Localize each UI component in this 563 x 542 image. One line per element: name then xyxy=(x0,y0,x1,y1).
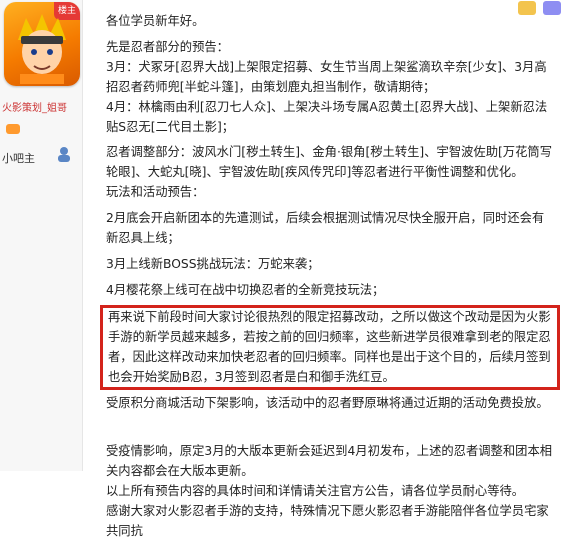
author-sidebar: 楼主 火影策划_姐哥 小吧主 xyxy=(0,0,83,471)
highlight-text: 再来说下前段时间大家讨论很热烈的限定招募改动，之所以做这个改动是因为火影手游的新… xyxy=(108,309,551,384)
thanks-note: 感谢大家对火影忍者手游的支持，特殊情况下愿火影忍者手游能陪伴各位学员宅家共同抗 xyxy=(106,504,549,538)
april-preview: 4月：林檎雨由利[忍刀七人众]、上架决斗场专属A忍黄土[忍界大战]、上架新忍法贴… xyxy=(106,99,548,134)
march-event: 3月上线新BOSS挑战玩法：万蛇来袭； xyxy=(106,256,320,271)
user-name[interactable]: 火影策划_姐哥 xyxy=(2,99,67,114)
april-event: 4月樱花祭上线可在战中切换忍者的全新竞技玩法； xyxy=(106,282,385,297)
user-avatar-icon xyxy=(18,14,66,84)
greeting: 各位学员新年好。 xyxy=(106,14,205,28)
ninja-adjustments: 忍者调整部分：波风水门[秽土转生]、金角·银角[秽土转生]、宇智波佐助[万花筒写… xyxy=(106,145,552,180)
announcement-note: 以上所有预告内容的具体时间和详情请关注官方公告，请各位学员耐心等待。 xyxy=(106,484,525,499)
epidemic-note: 受疫情影响，原定3月的大版本更新会延迟到4月初发布，上述的忍者调整和团本相关内容… xyxy=(106,444,553,479)
user-avatar[interactable]: 楼主 xyxy=(4,2,80,86)
highlighted-note: 再来说下前段时间大家讨论很热烈的限定招募改动，之所以做这个改动是因为火影手游的新… xyxy=(100,304,560,391)
section-title-ninja: 先是忍者部分的预告： xyxy=(106,39,229,54)
feb-preview: 2月底会开启新团本的先遣测试，后续会根据测试情况尽快全服开启，同时还会有新忍具上… xyxy=(106,211,545,246)
store-note: 受原积分商城活动下架影响，该活动中的忍者野原琳将通过近期的活动免费投放。 xyxy=(106,396,549,411)
march-preview: 3月：犬冢牙[忍界大战]上架限定招募、女生节当周上架鲨滴玖辛奈[少女]、3月高招… xyxy=(106,59,547,94)
badge-icon xyxy=(6,124,20,134)
section-title-events: 玩法和活动预告： xyxy=(106,185,205,200)
post-content: 各位学员新年好。 先是忍者部分的预告： 3月：犬冢牙[忍界大战]上架限定招募、女… xyxy=(100,12,560,542)
moderator-icon xyxy=(58,147,70,162)
user-role: 小吧主 xyxy=(2,152,35,165)
